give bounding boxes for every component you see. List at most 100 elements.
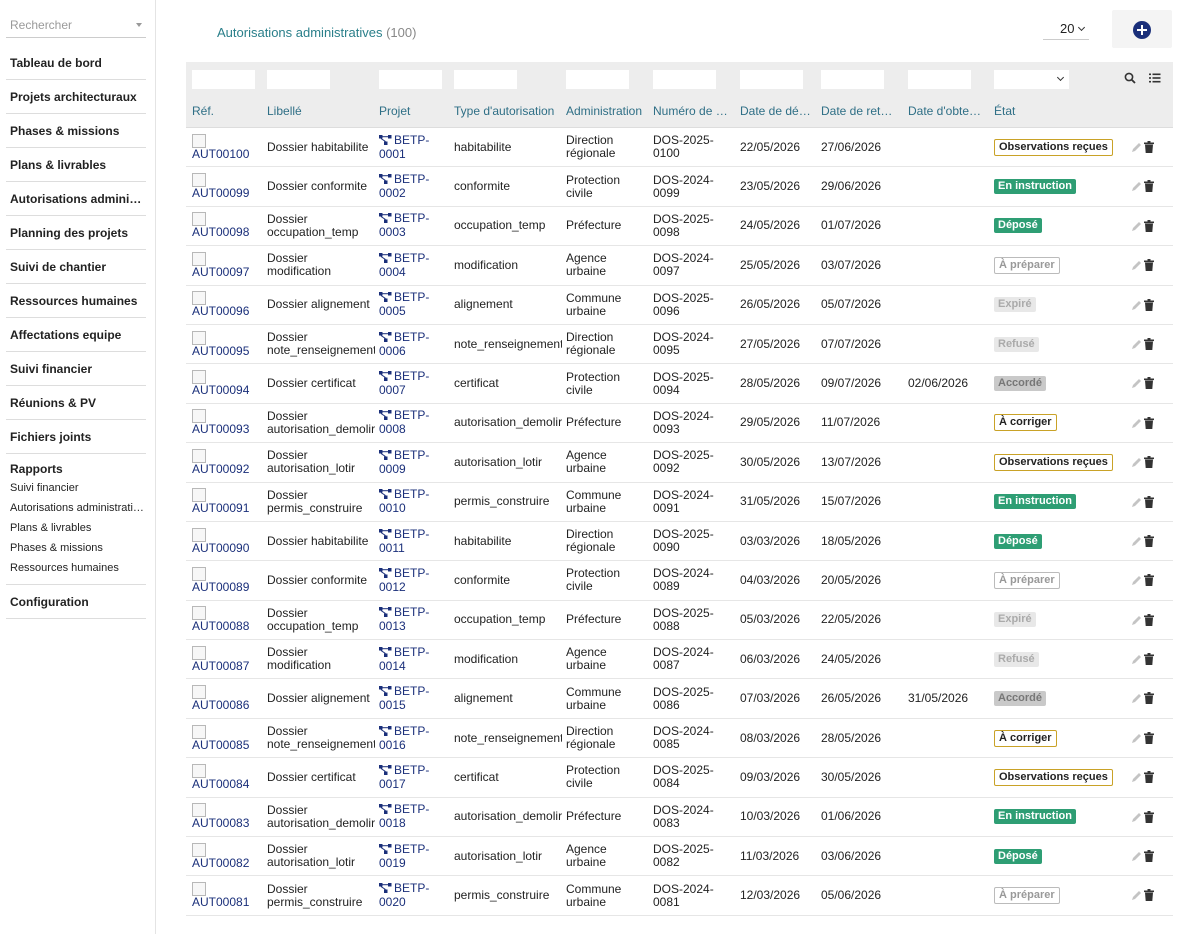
pencil-icon[interactable]	[1131, 260, 1142, 274]
sidebar-report-item-2[interactable]: Plans & livrables	[6, 518, 146, 538]
project-link[interactable]: BETP- 0001	[379, 133, 429, 161]
sidebar-item-4[interactable]: Autorisations administratives	[6, 182, 146, 216]
project-link-line[interactable]: BETP-	[379, 685, 429, 699]
column-header-3[interactable]: Type d'autorisation	[454, 94, 558, 128]
trash-icon[interactable]	[1144, 653, 1154, 668]
sidebar-search[interactable]	[6, 14, 146, 38]
project-link-line[interactable]: BETP-	[379, 803, 429, 817]
pencil-icon[interactable]	[1131, 300, 1142, 314]
column-header-8[interactable]: Date d'obtention	[908, 94, 986, 128]
project-link-line[interactable]: BETP-	[379, 173, 429, 187]
project-link-line[interactable]: BETP-	[379, 133, 429, 148]
sidebar-item-9[interactable]: Suivi financier	[6, 352, 146, 386]
filter-date-retour[interactable]	[821, 70, 884, 89]
filter-date-obtention[interactable]	[908, 70, 971, 89]
ref-link[interactable]: AUT00088	[192, 620, 249, 633]
project-link[interactable]: BETP- 0013	[379, 606, 429, 633]
trash-icon[interactable]	[1144, 219, 1154, 235]
column-header-5[interactable]: Numéro de dossier	[653, 94, 731, 128]
pencil-icon[interactable]	[1131, 890, 1142, 904]
trash-icon[interactable]	[1144, 337, 1154, 353]
ref-link[interactable]: AUT00086	[192, 699, 249, 712]
ref-link[interactable]: AUT00081	[192, 896, 249, 909]
project-code-number[interactable]: 0001	[379, 147, 429, 161]
trash-icon[interactable]	[1144, 416, 1154, 432]
ref-link[interactable]: AUT00089	[192, 580, 249, 594]
trash-icon[interactable]	[1144, 259, 1154, 274]
pencil-icon[interactable]	[1131, 615, 1142, 629]
sidebar-item-10[interactable]: Réunions & PV	[6, 386, 146, 420]
project-code-number[interactable]: 0004	[379, 265, 429, 279]
filter-ref[interactable]	[192, 70, 255, 89]
trash-icon[interactable]	[1144, 534, 1154, 550]
project-link[interactable]: BETP- 0019	[379, 842, 429, 870]
ref-link[interactable]: AUT00092	[192, 462, 249, 476]
project-link[interactable]: BETP- 0003	[379, 212, 429, 239]
project-code-number[interactable]: 0013	[379, 620, 429, 633]
project-link-line[interactable]: BETP-	[379, 527, 429, 542]
filter-etat-select[interactable]	[994, 70, 1069, 89]
ref-link[interactable]: AUT00093	[192, 423, 249, 436]
project-link[interactable]: BETP- 0014	[379, 645, 429, 673]
pencil-icon[interactable]	[1131, 575, 1142, 589]
project-link-line[interactable]: BETP-	[379, 842, 429, 857]
column-header-7[interactable]: Date de retour prévue	[821, 94, 899, 128]
pencil-icon[interactable]	[1131, 339, 1142, 353]
sidebar-report-item-4[interactable]: Ressources humaines	[6, 558, 146, 578]
column-header-1[interactable]: Libellé	[267, 94, 371, 128]
project-link-line[interactable]: BETP-	[379, 882, 429, 896]
trash-icon[interactable]	[1144, 613, 1154, 629]
sidebar-item-5[interactable]: Planning des projets	[6, 216, 146, 250]
project-link[interactable]: BETP- 0007	[379, 370, 429, 397]
sidebar-item-6[interactable]: Suivi de chantier	[6, 250, 146, 284]
project-code-number[interactable]: 0020	[379, 896, 429, 909]
project-link-line[interactable]: BETP-	[379, 251, 429, 266]
column-header-6[interactable]: Date de dépôt	[740, 94, 814, 128]
pencil-icon[interactable]	[1131, 142, 1142, 156]
filter-libelle[interactable]	[267, 70, 330, 89]
pencil-icon[interactable]	[1131, 733, 1142, 747]
project-link[interactable]: BETP- 0020	[379, 882, 429, 909]
pencil-icon[interactable]	[1131, 851, 1142, 865]
trash-icon[interactable]	[1144, 731, 1154, 747]
project-code-number[interactable]: 0016	[379, 738, 429, 752]
pencil-icon[interactable]	[1131, 693, 1142, 707]
project-link[interactable]: BETP- 0004	[379, 251, 429, 279]
column-header-4[interactable]: Administration	[566, 94, 644, 128]
trash-icon[interactable]	[1144, 810, 1154, 826]
ref-link[interactable]: AUT00095	[192, 344, 249, 358]
project-link-line[interactable]: BETP-	[379, 409, 429, 423]
trash-icon[interactable]	[1144, 456, 1154, 471]
project-link-line[interactable]: BETP-	[379, 606, 429, 620]
ref-link[interactable]: AUT00098	[192, 226, 249, 239]
project-code-number[interactable]: 0017	[379, 777, 429, 791]
project-link-line[interactable]: BETP-	[379, 763, 429, 778]
project-code-number[interactable]: 0015	[379, 699, 429, 712]
project-code-number[interactable]: 0010	[379, 502, 429, 515]
sidebar-item-0[interactable]: Tableau de bord	[6, 46, 146, 80]
ref-link[interactable]: AUT00085	[192, 738, 249, 752]
project-link-line[interactable]: BETP-	[379, 291, 429, 305]
project-link[interactable]: BETP- 0016	[379, 724, 429, 752]
project-link-line[interactable]: BETP-	[379, 724, 429, 739]
column-header-2[interactable]: Projet	[379, 94, 445, 128]
project-link[interactable]: BETP- 0002	[379, 173, 429, 200]
project-link-line[interactable]: BETP-	[379, 330, 429, 345]
sidebar-item-11[interactable]: Fichiers joints	[6, 420, 146, 454]
column-header-0[interactable]: Réf.	[192, 94, 258, 128]
project-code-number[interactable]: 0019	[379, 856, 429, 870]
project-code-number[interactable]: 0006	[379, 344, 429, 358]
project-code-number[interactable]: 0012	[379, 580, 429, 594]
pencil-icon[interactable]	[1131, 654, 1142, 668]
ref-link[interactable]: AUT00099	[192, 187, 249, 200]
project-code-number[interactable]: 0005	[379, 305, 429, 318]
trash-icon[interactable]	[1144, 850, 1154, 865]
project-link[interactable]: BETP- 0017	[379, 763, 429, 791]
trash-icon[interactable]	[1144, 574, 1154, 589]
pencil-icon[interactable]	[1131, 536, 1142, 550]
ref-link[interactable]: AUT00084	[192, 777, 249, 791]
sidebar-item-3[interactable]: Plans & livrables	[6, 148, 146, 182]
pencil-icon[interactable]	[1131, 497, 1142, 511]
project-code-number[interactable]: 0018	[379, 817, 429, 830]
pencil-icon[interactable]	[1131, 457, 1142, 471]
